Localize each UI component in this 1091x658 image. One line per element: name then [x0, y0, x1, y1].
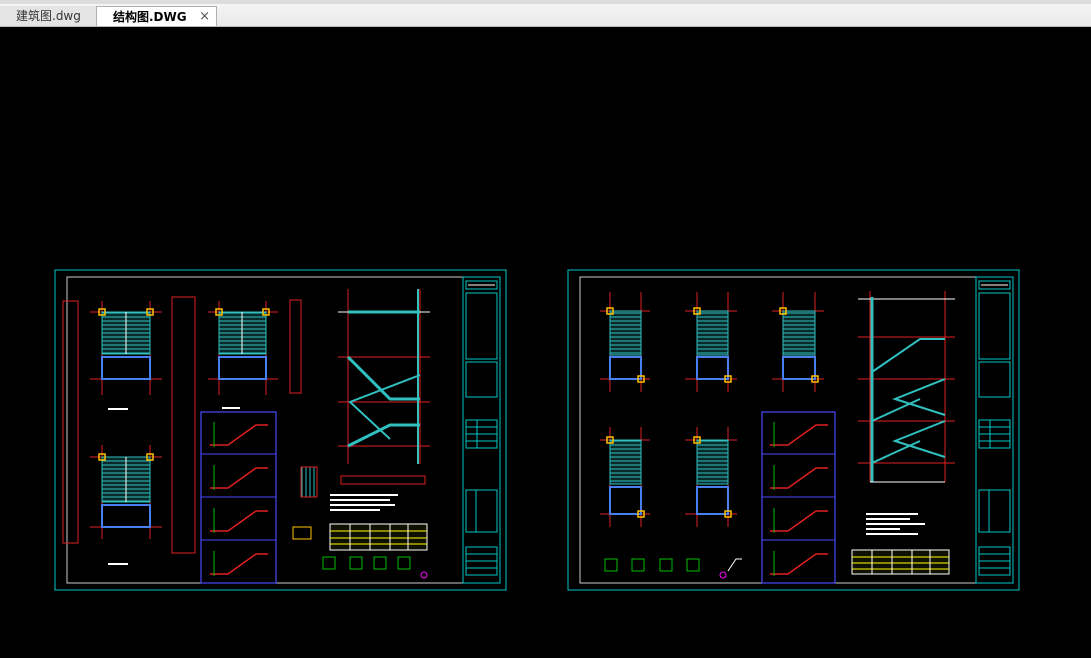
stair-detail-table[interactable] [200, 411, 277, 584]
drawing-sheet-left[interactable] [54, 269, 507, 591]
stair-plan[interactable] [600, 427, 650, 527]
general-notes [866, 513, 925, 535]
close-tab-icon[interactable]: × [199, 7, 210, 27]
drawing-canvas[interactable] [0, 27, 1091, 658]
drawing-sheet-right[interactable] [567, 269, 1020, 591]
stair-detail-table[interactable] [761, 411, 836, 584]
tab-structure-drawing[interactable]: 结构图.DWG × [96, 6, 217, 26]
tab-label: 结构图.DWG [113, 10, 187, 24]
rebar-schedule[interactable] [851, 549, 950, 575]
stair-plan[interactable] [685, 427, 737, 527]
document-tab-bar: 建筑图.dwg 结构图.DWG × [0, 0, 1091, 27]
stair-plan[interactable] [600, 292, 650, 392]
stair-section[interactable] [858, 291, 955, 483]
rebar-schedule[interactable] [329, 523, 428, 551]
title-block-right [975, 276, 1014, 584]
stair-plan[interactable] [208, 301, 278, 409]
stair-section[interactable] [338, 289, 430, 485]
stair-plan[interactable] [90, 445, 162, 565]
tab-bar-top-strip [0, 0, 1091, 4]
stair-plan[interactable] [685, 292, 737, 392]
stair-plan[interactable] [772, 292, 824, 392]
stair-plan[interactable] [90, 301, 162, 410]
title-block-left [462, 276, 501, 584]
tab-architecture-drawing[interactable]: 建筑图.dwg [0, 6, 97, 26]
tab-label: 建筑图.dwg [16, 9, 81, 23]
node-details[interactable] [604, 558, 742, 579]
